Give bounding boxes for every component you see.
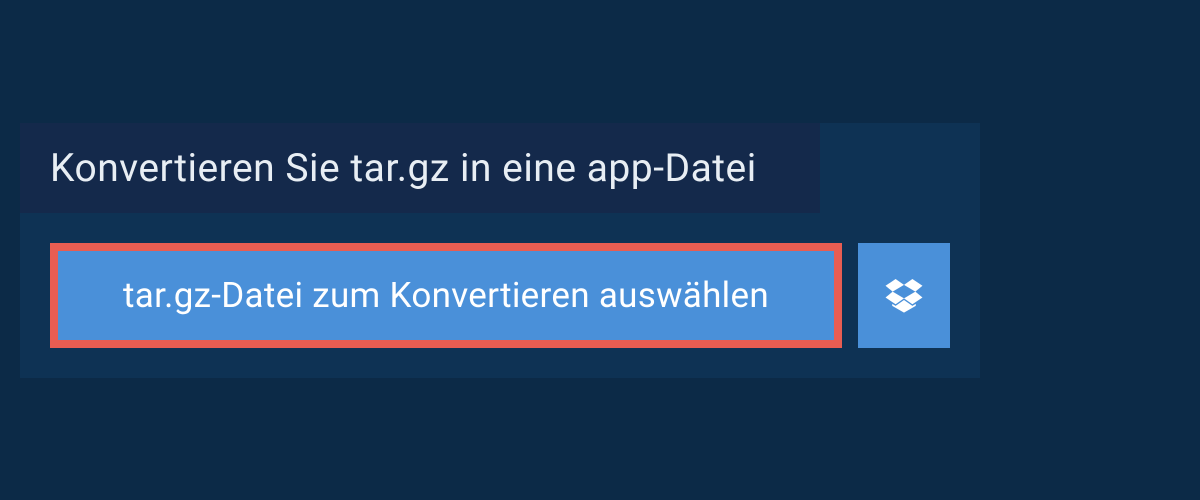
dropbox-icon (883, 274, 925, 316)
select-file-button[interactable]: tar.gz-Datei zum Konvertieren auswählen (50, 243, 842, 348)
dropbox-button[interactable] (858, 243, 950, 348)
converter-panel: Konvertieren Sie tar.gz in eine app-Date… (20, 123, 980, 378)
title-bar: Konvertieren Sie tar.gz in eine app-Date… (20, 123, 820, 213)
page-title: Konvertieren Sie tar.gz in eine app-Date… (50, 145, 790, 191)
button-row: tar.gz-Datei zum Konvertieren auswählen (20, 213, 980, 348)
select-file-button-label: tar.gz-Datei zum Konvertieren auswählen (123, 275, 769, 316)
